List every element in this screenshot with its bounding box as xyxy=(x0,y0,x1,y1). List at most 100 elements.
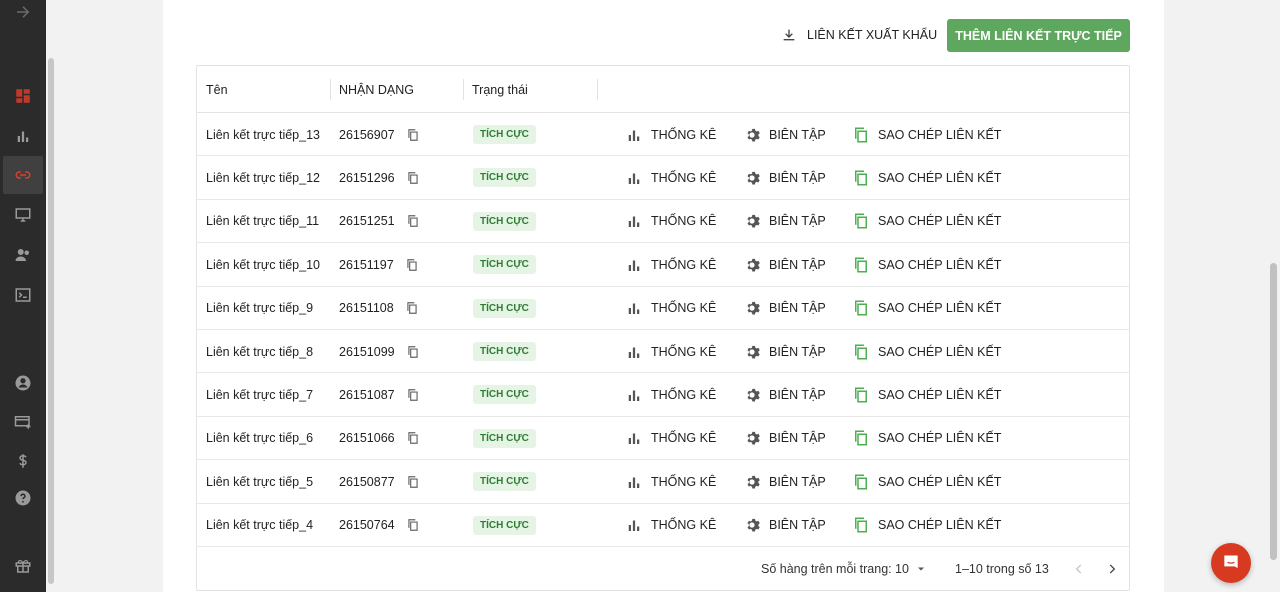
table-row: Liên kết trực tiếp_13 26156907 TÍCH CỰC THỐ… xyxy=(197,113,1129,157)
sidebar-item-referrals[interactable] xyxy=(3,236,43,274)
sidebar-item-billing[interactable] xyxy=(3,403,43,441)
edit-button[interactable]: BIÊN TẬP xyxy=(743,243,826,286)
edit-button[interactable]: BIÊN TẬP xyxy=(743,287,826,330)
edit-button[interactable]: BIÊN TẬP xyxy=(743,330,826,373)
copy-id-icon[interactable] xyxy=(406,171,420,185)
link-name: Liên kết trực tiếp_7 xyxy=(206,387,314,402)
copy-link-label: SAO CHÉP LIÊN KẾT xyxy=(878,127,1002,142)
chat-support-button[interactable] xyxy=(1211,543,1251,583)
stats-button[interactable]: THỐNG KÊ xyxy=(625,113,716,156)
link-id: 26150877 xyxy=(339,474,395,489)
edit-button[interactable]: BIÊN TẬP xyxy=(743,156,826,199)
sidebar-item-dashboard[interactable] xyxy=(3,77,43,115)
add-direct-link-button[interactable]: THÊM LIÊN KẾT TRỰC TIẾP xyxy=(947,19,1130,52)
copy-link-button[interactable]: SAO CHÉP LIÊN KẾT xyxy=(852,417,1001,460)
stats-label: THỐNG KÊ xyxy=(651,257,717,272)
copy-id-icon[interactable] xyxy=(406,475,420,489)
copy-id-icon[interactable] xyxy=(405,301,419,315)
sidebar-item-rewards[interactable] xyxy=(3,547,43,585)
copy-link-icon xyxy=(855,127,867,142)
stats-button[interactable]: THỐNG KÊ xyxy=(625,287,716,330)
edit-label: BIÊN TẬP xyxy=(769,387,826,402)
sidebar-scrollbar[interactable] xyxy=(48,58,54,584)
stats-button[interactable]: THỐNG KÊ xyxy=(625,330,716,373)
sidebar-item-api[interactable] xyxy=(3,276,43,314)
bar-chart-icon xyxy=(628,520,640,532)
dollar-icon xyxy=(19,454,27,468)
copy-id-icon[interactable] xyxy=(406,388,420,402)
status-badge: TÍCH CỰC xyxy=(473,287,536,330)
copy-id-icon[interactable] xyxy=(406,431,420,445)
copy-id-icon[interactable] xyxy=(405,258,419,272)
sidebar-item-links[interactable] xyxy=(3,156,43,194)
stats-button[interactable]: THỐNG KÊ xyxy=(625,417,716,460)
bar-chart-icon xyxy=(628,390,640,401)
copy-link-button[interactable]: SAO CHÉP LIÊN KẾT xyxy=(852,200,1001,243)
copy-link-button[interactable]: SAO CHÉP LIÊN KẾT xyxy=(852,504,1001,547)
link-id-cell: 26151099 xyxy=(339,330,420,373)
table-row: Liên kết trực tiếp_5 26150877 TÍCH CỰC THỐN… xyxy=(197,460,1129,504)
edit-button[interactable]: BIÊN TẬP xyxy=(743,113,826,156)
status-label: TÍCH CỰC xyxy=(473,255,536,275)
copy-link-icon xyxy=(855,170,867,186)
copy-link-button[interactable]: SAO CHÉP LIÊN KẾT xyxy=(852,113,1001,156)
status-label: TÍCH CỰC xyxy=(473,472,536,492)
edit-button[interactable]: BIÊN TẬP xyxy=(743,460,826,503)
export-links-button[interactable]: LIÊN KẾT XUẤT KHẨU xyxy=(781,24,937,46)
copy-link-button[interactable]: SAO CHÉP LIÊN KẾT xyxy=(852,330,1001,373)
copy-link-button[interactable]: SAO CHÉP LIÊN KẾT xyxy=(852,373,1001,416)
stats-label: THỐNG KÊ xyxy=(651,387,717,402)
stats-button[interactable]: THỐNG KÊ xyxy=(625,504,716,547)
gear-icon xyxy=(747,215,760,228)
copy-link-label: SAO CHÉP LIÊN KẾT xyxy=(878,170,1002,185)
sidebar-item-sites[interactable] xyxy=(3,196,43,234)
sidebar-item-help[interactable] xyxy=(3,479,43,517)
copy-link-label: SAO CHÉP LIÊN KẾT xyxy=(878,344,1002,359)
status-badge: TÍCH CỰC xyxy=(473,417,536,460)
edit-label: BIÊN TẬP xyxy=(769,214,826,229)
status-label: TÍCH CỰC xyxy=(473,515,536,535)
next-page-button[interactable] xyxy=(1102,559,1122,579)
table-row: Liên kết trực tiếp_7 26151087 TÍCH CỰC THỐN… xyxy=(197,373,1129,417)
stats-button[interactable]: THỐNG KÊ xyxy=(625,460,716,503)
stats-button[interactable]: THỐNG KÊ xyxy=(625,156,716,199)
copy-id-icon[interactable] xyxy=(406,214,420,228)
stats-button[interactable]: THỐNG KÊ xyxy=(625,243,716,286)
edit-button[interactable]: BIÊN TẬP xyxy=(743,373,826,416)
gift-icon xyxy=(15,560,31,573)
copy-link-button[interactable]: SAO CHÉP LIÊN KẾT xyxy=(852,287,1001,330)
copy-id-icon[interactable] xyxy=(406,518,420,532)
table-row: Liên kết trực tiếp_6 26151066 TÍCH CỰC THỐN… xyxy=(197,417,1129,461)
copy-link-button[interactable]: SAO CHÉP LIÊN KẾT xyxy=(852,460,1001,503)
edit-button[interactable]: BIÊN TẬP xyxy=(743,417,826,460)
edit-button[interactable]: BIÊN TẬP xyxy=(743,200,826,243)
expand-sidebar-button[interactable] xyxy=(3,0,43,31)
column-header-status[interactable]: Trạng thái xyxy=(463,66,528,113)
copy-id-icon[interactable] xyxy=(406,345,420,359)
link-id: 26156907 xyxy=(339,127,395,142)
copy-link-label: SAO CHÉP LIÊN KẾT xyxy=(878,387,1002,402)
copy-id-icon[interactable] xyxy=(406,128,420,142)
table-row: Liên kết trực tiếp_9 26151108 TÍCH CỰC THỐN… xyxy=(197,287,1129,330)
column-header-name[interactable]: Tên xyxy=(197,66,228,113)
stats-button[interactable]: THỐNG KÊ xyxy=(625,200,716,243)
previous-page-button[interactable] xyxy=(1069,559,1089,579)
column-header-id[interactable]: NHẬN DẠNG xyxy=(330,66,414,113)
stats-button[interactable]: THỐNG KÊ xyxy=(625,373,716,416)
copy-link-label: SAO CHÉP LIÊN KẾT xyxy=(878,214,1002,229)
table-header: Tên NHẬN DẠNG Trạng thái xyxy=(197,66,1129,113)
status-label: TÍCH CỰC xyxy=(473,168,536,188)
edit-button[interactable]: BIÊN TẬP xyxy=(743,504,826,547)
sidebar-item-stats[interactable] xyxy=(3,117,43,155)
sidebar-item-payments[interactable] xyxy=(3,442,43,480)
copy-link-button[interactable]: SAO CHÉP LIÊN KẾT xyxy=(852,243,1001,286)
page-scrollbar[interactable] xyxy=(1270,263,1277,560)
edit-label: BIÊN TẬP xyxy=(769,170,826,185)
link-name: Liên kết trực tiếp_10 xyxy=(206,257,320,272)
rows-per-page-select[interactable]: 10 xyxy=(895,562,927,576)
copy-link-button[interactable]: SAO CHÉP LIÊN KẾT xyxy=(852,156,1001,199)
status-badge: TÍCH CỰC xyxy=(473,156,536,199)
link-name: Liên kết trực tiếp_5 xyxy=(206,474,314,489)
sidebar-item-account[interactable] xyxy=(3,364,43,402)
copy-link-icon xyxy=(855,300,867,316)
